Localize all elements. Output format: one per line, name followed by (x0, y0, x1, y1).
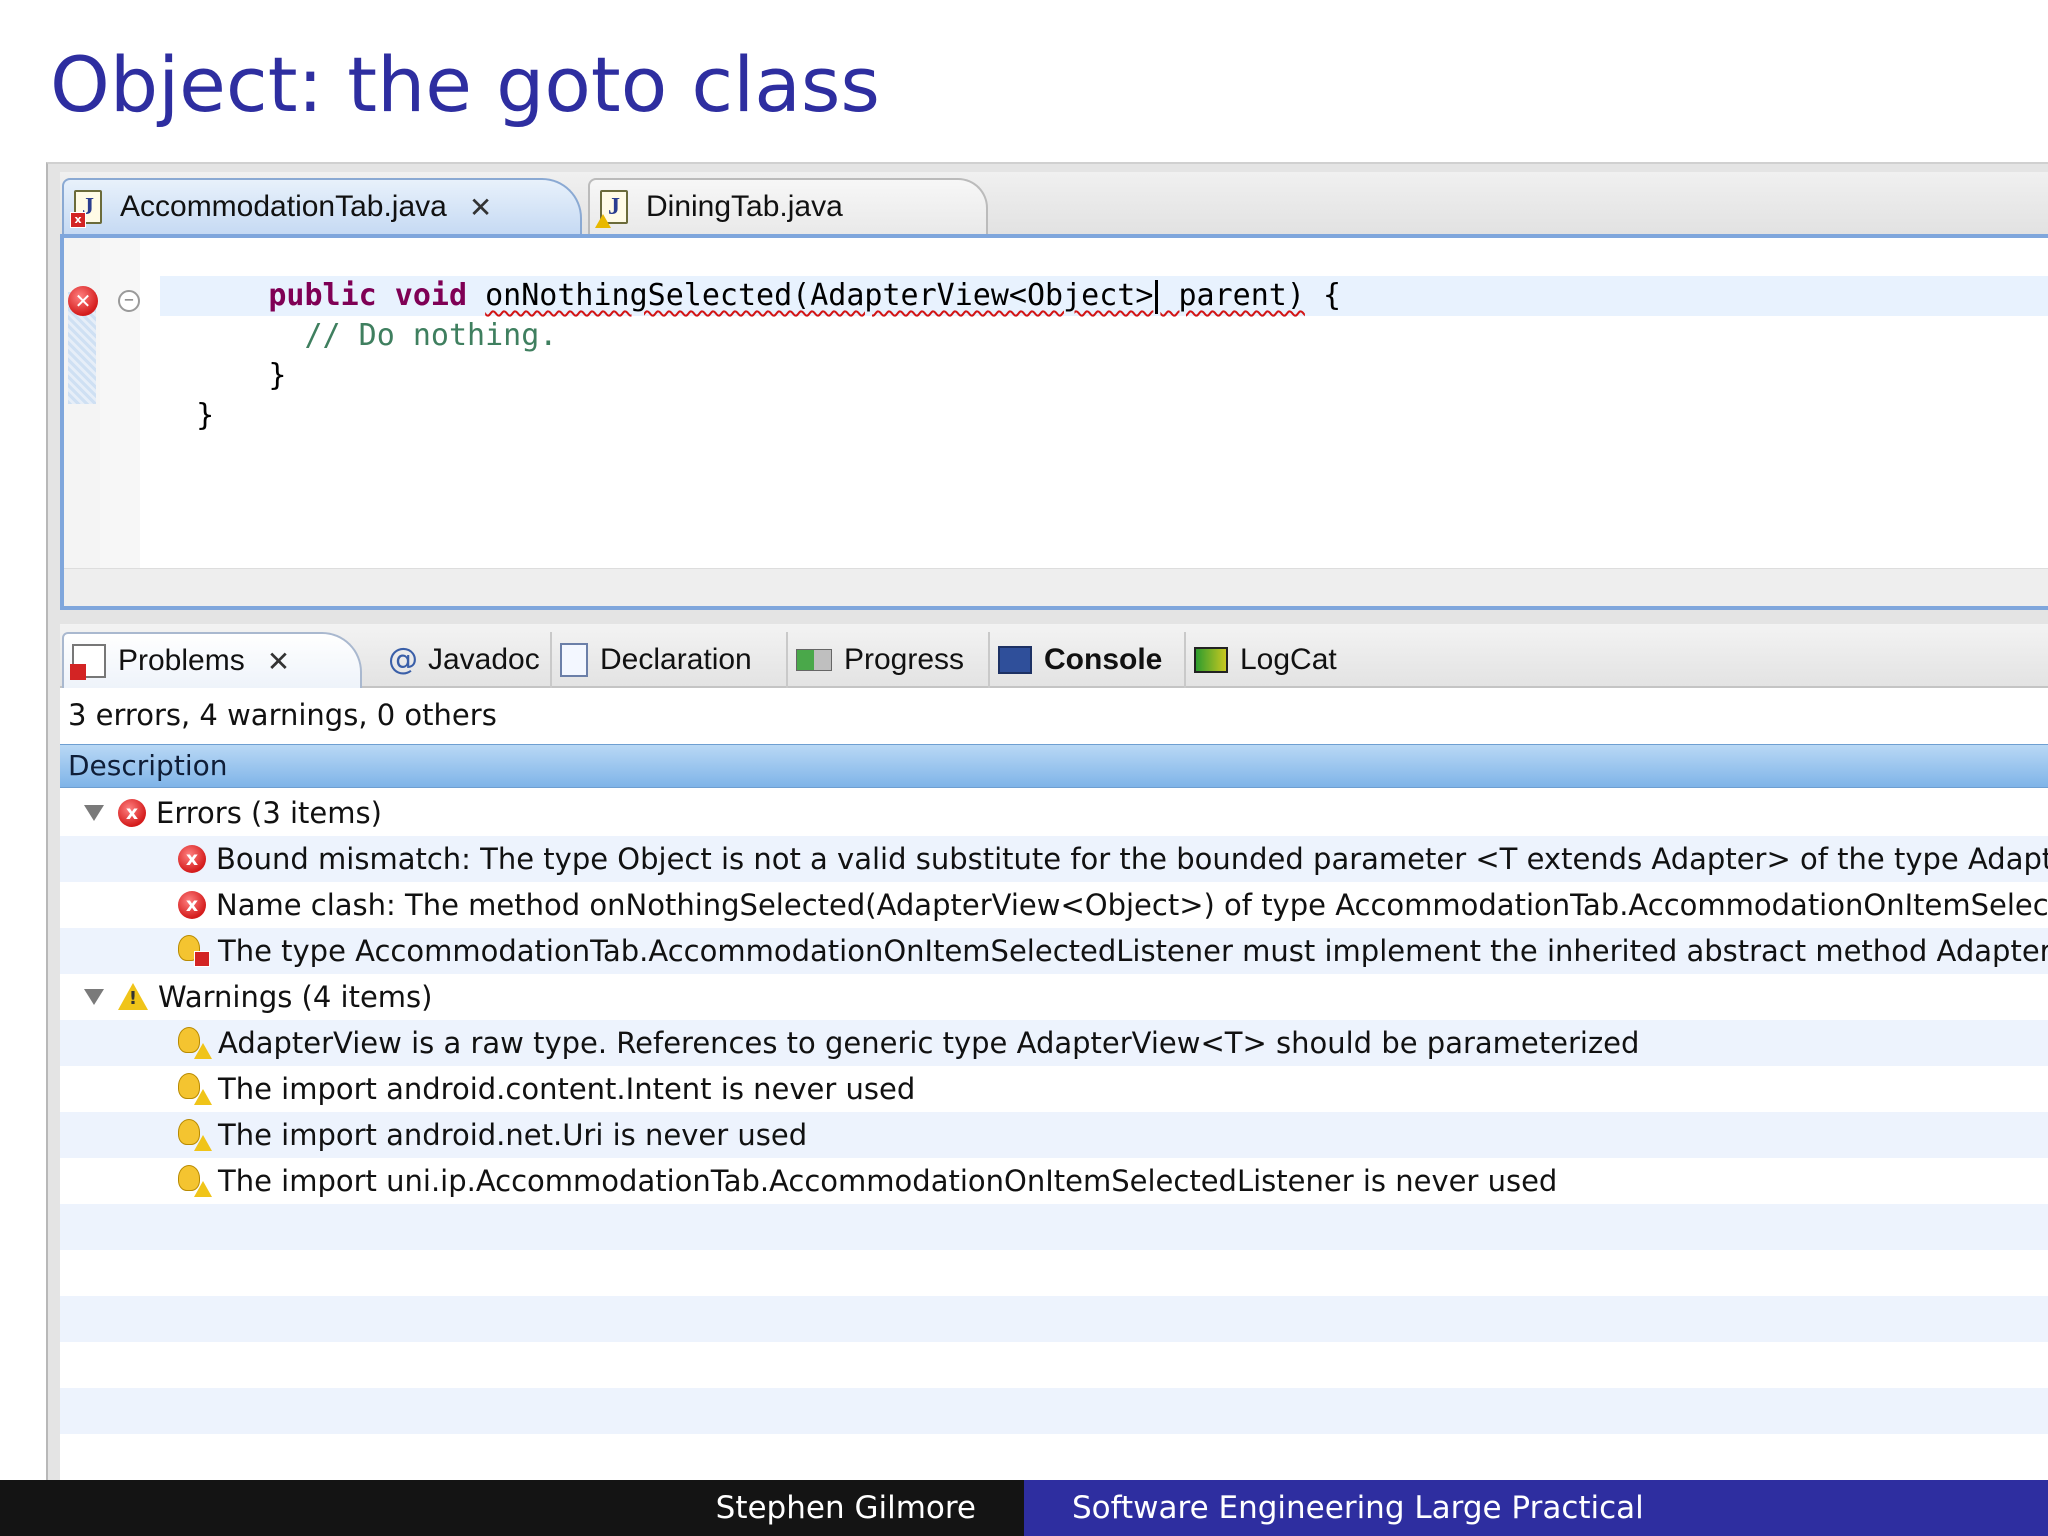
tab-javadoc[interactable]: @ Javadoc (380, 632, 548, 688)
list-item[interactable]: The import android.content.Intent is nev… (60, 1066, 2048, 1112)
tab-label: Javadoc (428, 643, 540, 676)
tab-label: Problems (118, 644, 245, 677)
close-icon[interactable]: ✕ (469, 191, 492, 224)
list-item[interactable]: x Bound mismatch: The type Object is not… (60, 836, 2048, 882)
horizontal-scrollbar[interactable] (64, 568, 2048, 606)
code-close-brace: } (196, 398, 215, 433)
code-editor[interactable]: ✕ − public void onNothingSelected(Adapte… (60, 234, 2048, 610)
warning-icon (118, 983, 148, 1011)
code-line-4: } (160, 396, 2048, 436)
problem-description: The import uni.ip.AccommodationTab.Accom… (218, 1164, 1558, 1198)
text-caret (1155, 279, 1159, 314)
tab-accommodationtab-java[interactable]: Jx AccommodationTab.java ✕ (62, 178, 582, 234)
tab-label: Console (1044, 643, 1163, 676)
problem-description: Bound mismatch: The type Object is not a… (216, 842, 2048, 876)
group-warnings[interactable]: Warnings (4 items) (60, 974, 2048, 1020)
problem-description: The import android.net.Uri is never used (218, 1118, 808, 1152)
tab-label: AccommodationTab.java (120, 190, 447, 223)
java-file-error-icon: Jx (70, 190, 102, 228)
problems-panel: Problems ✕ @ Javadoc Declaration Progres… (60, 624, 2048, 1482)
tab-label: Declaration (600, 643, 752, 676)
empty-row (60, 1434, 2048, 1480)
group-errors[interactable]: x Errors (3 items) (60, 790, 2048, 836)
footer-course: Software Engineering Large Practical (1024, 1480, 2048, 1536)
at-icon: @ (388, 642, 418, 677)
error-icon: x (178, 891, 206, 919)
slide-title: Object: the goto class (50, 40, 881, 129)
quickfix-warning-icon (178, 1119, 212, 1151)
quickfix-warning-icon (178, 1165, 212, 1197)
tab-logcat[interactable]: LogCat (1184, 632, 1345, 688)
problem-description: Name clash: The method onNothingSelected… (216, 888, 2048, 922)
list-item[interactable]: The import android.net.Uri is never used (60, 1112, 2048, 1158)
code-close-brace: } (268, 358, 287, 393)
group-label: Warnings (4 items) (158, 980, 433, 1014)
logcat-icon (1194, 647, 1228, 673)
quickfix-warning-icon (178, 1073, 212, 1105)
editor-tab-bar: Jx AccommodationTab.java ✕ J DiningTab.j… (60, 172, 2048, 234)
list-item[interactable]: x Name clash: The method onNothingSelect… (60, 882, 2048, 928)
empty-row (60, 1388, 2048, 1434)
empty-row (60, 1296, 2048, 1342)
code-line-1: public void onNothingSelected(AdapterVie… (160, 276, 2048, 316)
code-keywords: public void (268, 278, 468, 313)
tab-declaration[interactable]: Declaration (550, 632, 760, 688)
tab-label: LogCat (1240, 643, 1337, 676)
close-icon[interactable]: ✕ (267, 645, 290, 678)
code-text: public void onNothingSelected(AdapterVie… (160, 276, 2048, 436)
empty-row (60, 1204, 2048, 1250)
problem-description: AdapterView is a raw type. References to… (218, 1026, 1640, 1060)
quickfix-error-icon (178, 935, 210, 967)
tab-label: Progress (844, 643, 965, 676)
editor-panel: Jx AccommodationTab.java ✕ J DiningTab.j… (60, 172, 2048, 612)
slide-footer: Stephen Gilmore Software Engineering Lar… (0, 1480, 2048, 1536)
java-file-warning-icon: J (595, 190, 628, 228)
problems-icon (70, 644, 106, 680)
progress-icon (796, 649, 832, 671)
code-line-2: // Do nothing. (160, 316, 2048, 356)
console-icon (998, 646, 1032, 674)
quickfix-warning-icon (178, 1027, 212, 1059)
code-method-signature: onNothingSelected(AdapterView<Object> (485, 278, 1154, 313)
empty-row (60, 1250, 2048, 1296)
expand-arrow-icon[interactable] (84, 805, 104, 821)
problems-tree: x Errors (3 items) x Bound mismatch: The… (60, 790, 2048, 1480)
problems-summary: 3 errors, 4 warnings, 0 others (68, 698, 497, 732)
error-icon: x (178, 845, 206, 873)
tab-progress[interactable]: Progress (786, 632, 972, 688)
error-marker-icon[interactable]: ✕ (68, 286, 98, 316)
problem-description: The import android.content.Intent is nev… (218, 1072, 916, 1106)
expand-arrow-icon[interactable] (84, 989, 104, 1005)
collapse-icon[interactable]: − (118, 290, 140, 312)
tab-problems[interactable]: Problems ✕ (62, 632, 362, 688)
column-header-description[interactable]: Description (60, 744, 2048, 788)
list-item[interactable]: The type AccommodationTab.AccommodationO… (60, 928, 2048, 974)
code-line-3: } (160, 356, 2048, 396)
tab-console[interactable]: Console (988, 632, 1170, 688)
empty-row (60, 1342, 2048, 1388)
eclipse-screenshot: Jx AccommodationTab.java ✕ J DiningTab.j… (46, 162, 2048, 1482)
list-item[interactable]: The import uni.ip.AccommodationTab.Accom… (60, 1158, 2048, 1204)
code-comment: // Do nothing. (304, 318, 558, 353)
code-parameter: parent) (1160, 278, 1305, 313)
footer-author: Stephen Gilmore (0, 1480, 1024, 1536)
declaration-icon (560, 643, 588, 677)
view-tab-bar: Problems ✕ @ Javadoc Declaration Progres… (60, 624, 2048, 688)
tab-diningtab-java[interactable]: J DiningTab.java (588, 178, 988, 234)
code-open-brace: { (1304, 278, 1342, 313)
error-icon: x (118, 799, 146, 827)
tab-label: DiningTab.java (646, 190, 843, 223)
list-item[interactable]: AdapterView is a raw type. References to… (60, 1020, 2048, 1066)
group-label: Errors (3 items) (156, 796, 382, 830)
problem-description: The type AccommodationTab.AccommodationO… (218, 934, 2048, 968)
